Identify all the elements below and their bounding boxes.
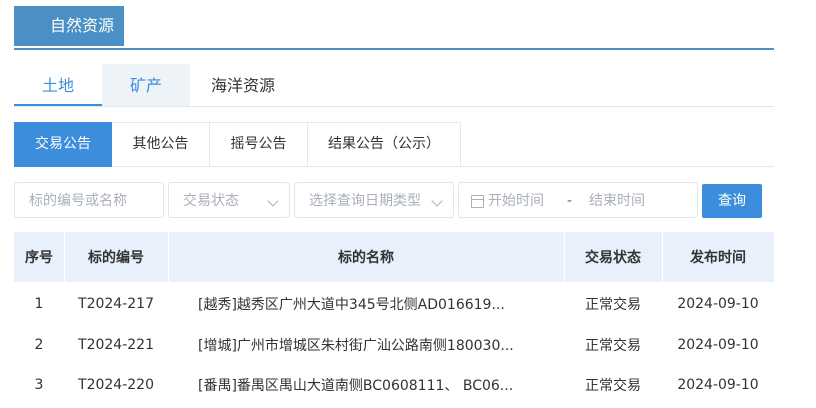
cell-date: 2024-09-10 [677,337,759,353]
cell-name-link[interactable]: [番禺]番禺区禺山大道南侧BC0608111、 BC06... [168,365,564,405]
table-row[interactable]: 3 T2024-220 [番禺]番禺区禺山大道南侧BC0608111、 BC06… [14,365,774,405]
keyword-input[interactable] [15,184,163,218]
chevron-down-icon [431,195,443,207]
subtab-result-notice[interactable]: 结果公告（公示） [308,122,461,167]
status-select-placeholder: 交易状态 [183,193,239,209]
column-header-code: 标的编号 [64,232,169,282]
tab-minerals[interactable]: 矿产 [102,64,190,106]
cell-code: T2024-220 [78,377,154,393]
subtab-trading-notice[interactable]: 交易公告 [14,122,112,167]
cell-code: T2024-217 [78,296,154,312]
table-row[interactable]: 1 T2024-217 [越秀]越秀区广州大道中345号北侧AD016619..… [14,284,774,324]
table-header: 序号 标的编号 标的名称 交易状态 发布时间 [14,232,774,282]
subtab-divider [458,166,774,167]
cell-status: 正常交易 [585,338,641,354]
cell-name-link[interactable]: [增城]广州市增城区朱村街广汕公路南侧180030... [168,325,564,365]
end-date-placeholder[interactable]: 结束时间 [589,183,645,219]
chevron-down-icon [267,195,279,207]
column-header-status: 交易状态 [564,232,663,282]
cell-status: 正常交易 [585,378,641,394]
cell-index: 1 [34,296,44,312]
column-header-name: 标的名称 [168,232,565,282]
header-bar: 自然资源 [14,0,774,50]
subtab-other-notice[interactable]: 其他公告 [112,122,210,167]
date-range-picker[interactable]: 开始时间 - 结束时间 [458,182,698,218]
date-range-separator: - [567,193,573,209]
start-date-placeholder[interactable]: 开始时间 [488,183,544,219]
notice-type-tabs: 交易公告 其他公告 摇号公告 结果公告（公示） [14,122,461,167]
cell-index: 3 [34,377,44,393]
cell-name-link[interactable]: [越秀]越秀区广州大道中345号北侧AD016619... [168,284,564,324]
cell-status: 正常交易 [585,297,641,313]
header-tab-natural-resources[interactable]: 自然资源 [14,6,124,46]
cell-date: 2024-09-10 [677,377,759,393]
date-type-select[interactable]: 选择查询日期类型 [294,182,454,218]
date-type-placeholder: 选择查询日期类型 [309,193,421,209]
tab-marine-resources[interactable]: 海洋资源 [190,64,296,106]
category-tabs: 土地 矿产 海洋资源 [14,64,774,107]
table-row[interactable]: 2 T2024-221 [增城]广州市增城区朱村街广汕公路南侧180030...… [14,325,774,365]
keyword-field [14,182,164,218]
column-header-date: 发布时间 [690,250,746,266]
page: 自然资源 土地 矿产 海洋资源 交易公告 其他公告 摇号公告 结果公告（公示） … [0,0,816,408]
cell-date: 2024-09-10 [677,296,759,312]
column-header-index: 序号 [14,232,65,282]
subtab-lottery-notice[interactable]: 摇号公告 [210,122,308,167]
tab-land[interactable]: 土地 [14,64,102,106]
cell-code: T2024-221 [78,337,154,353]
status-select[interactable]: 交易状态 [168,182,290,218]
search-button[interactable]: 查询 [702,184,762,218]
cell-index: 2 [34,337,44,353]
calendar-icon [471,195,484,208]
